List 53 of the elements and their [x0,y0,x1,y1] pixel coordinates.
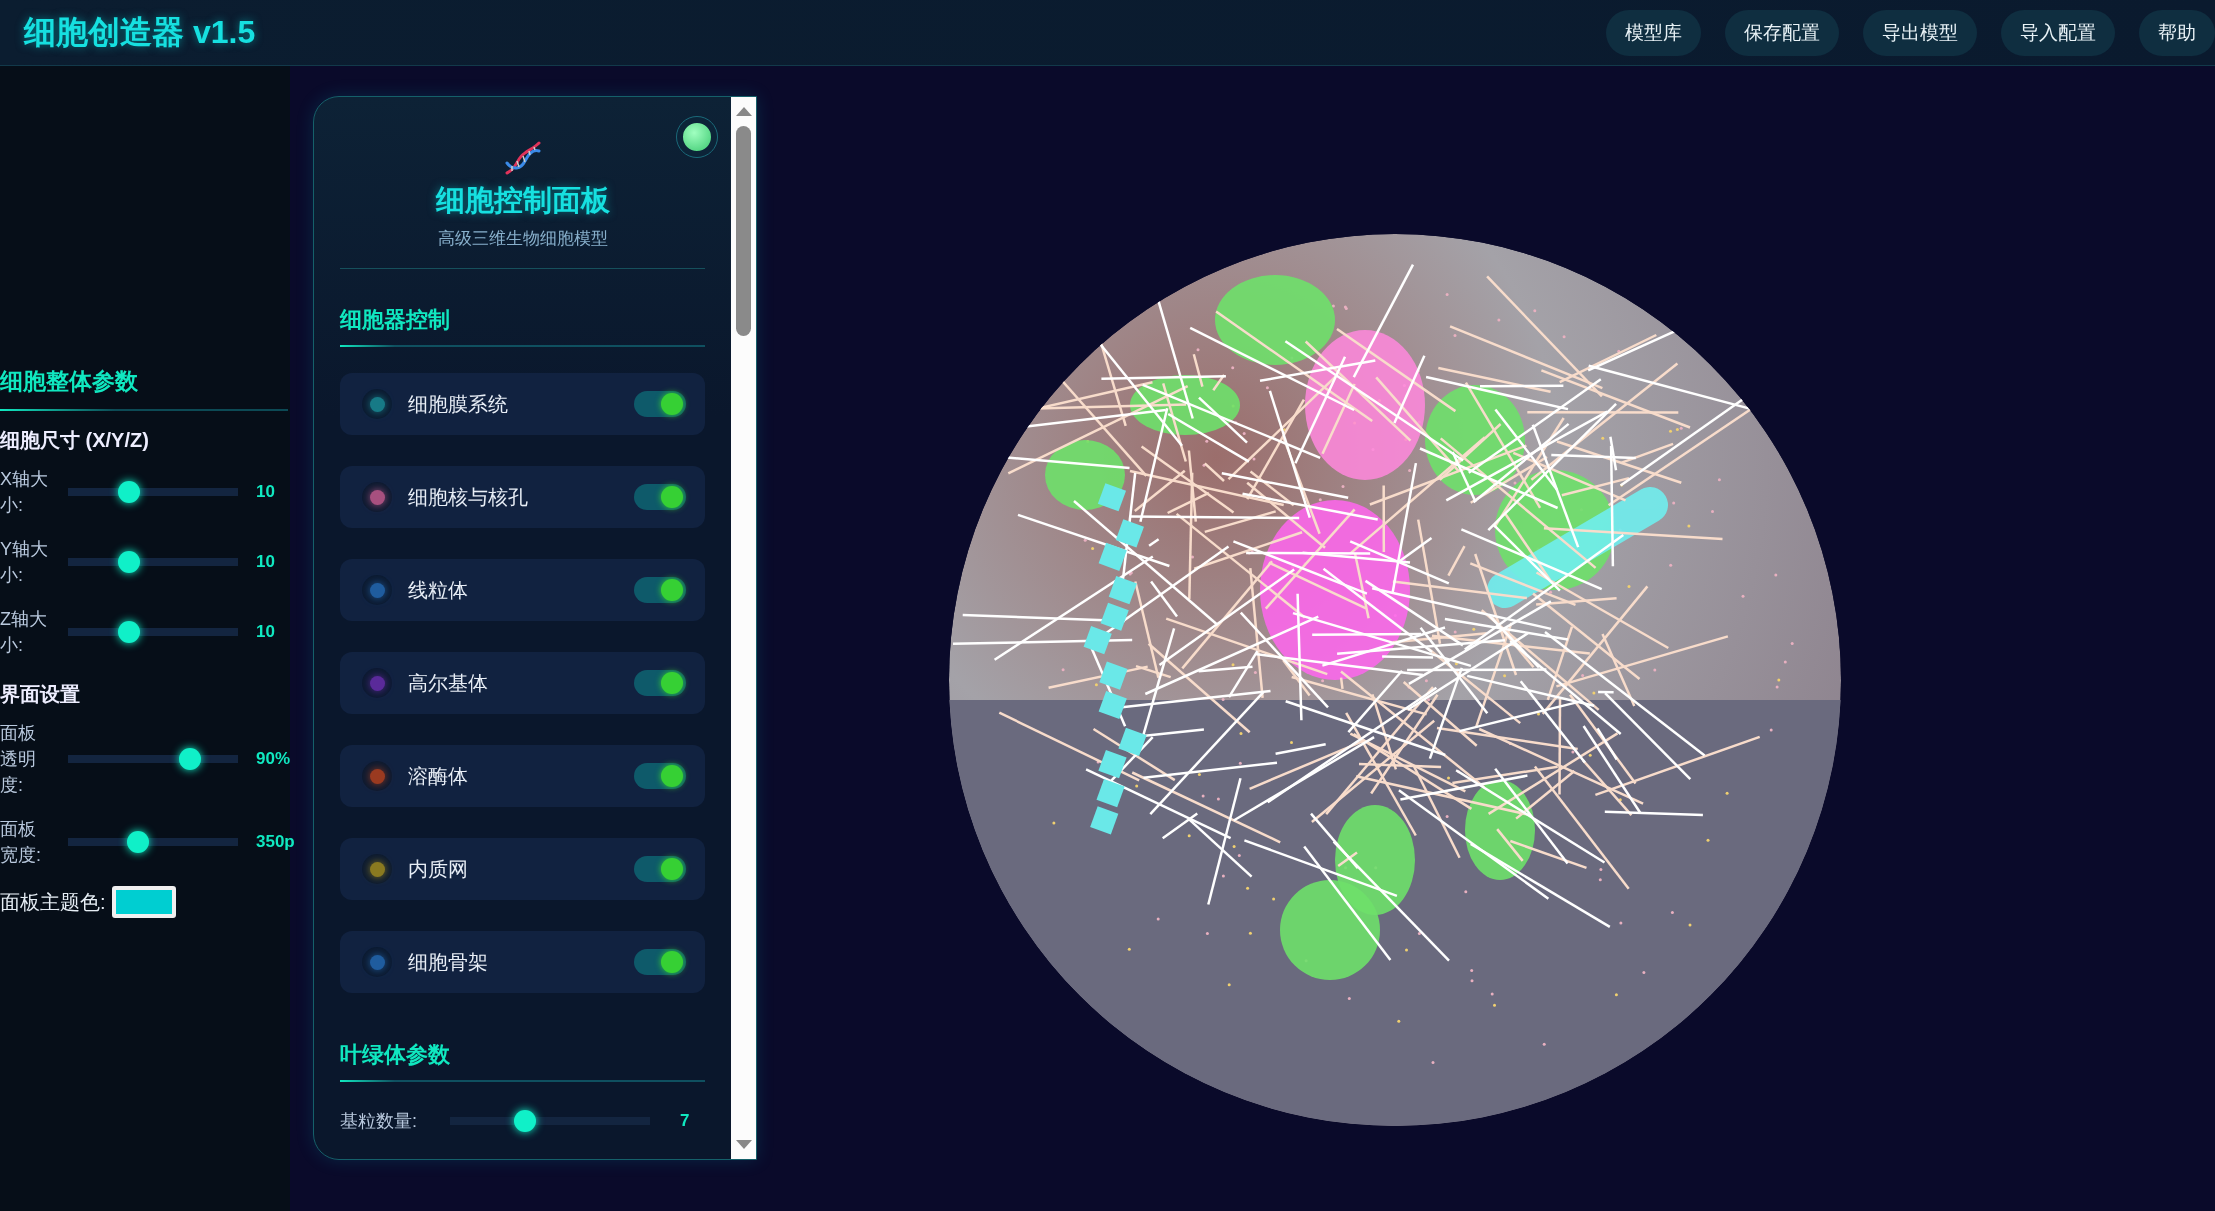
slider-label: Z轴大小: [0,608,48,658]
color-swatch[interactable] [111,886,176,919]
organelle-label: 细胞核与核孔 [408,484,529,510]
toggle-switch[interactable] [634,949,686,975]
toggle-switch[interactable] [634,484,686,510]
slider-thumb[interactable] [127,830,150,853]
slider-value: 10 [256,482,275,503]
slider-value: 90% [256,748,291,769]
slider-thumb[interactable] [118,621,141,644]
organelle-label: 细胞骨架 [408,949,489,975]
section-title: 细胞整体参数 [0,367,139,396]
toggle-switch[interactable] [634,763,686,789]
panel-subtitle: 高级三维生物细胞模型 [437,228,608,250]
scrollbar[interactable] [731,97,756,1159]
scroll-down-icon[interactable] [735,1140,752,1149]
slider-value: 7 [680,1111,690,1132]
organelle-label: 溶酶体 [408,763,469,789]
toggle-switch[interactable] [634,670,686,696]
toolbar-button[interactable]: 导出模型 [1863,9,1977,56]
section-title: 叶绿体参数 [340,1041,451,1069]
slider-label: X轴大小: [0,468,49,518]
panel-title: 细胞控制面板 [435,183,610,218]
toolbar-button[interactable]: 导入配置 [2001,9,2115,56]
status-orb-icon[interactable] [677,117,717,157]
slider-value: 10 [256,552,275,573]
toggle-switch[interactable] [634,391,686,417]
organelle-label: 细胞膜系统 [408,391,509,417]
group-title: 界面设置 [0,681,81,707]
slider-thumb[interactable] [179,747,201,770]
color-label: 面板主题色: [0,889,106,915]
app-title: 细胞创造器 v1.5 [24,12,256,52]
slider-label: Y轴大小: [0,538,49,588]
slider-label: 面板宽度: [0,817,42,867]
slider-label: 基粒数量: [340,1110,418,1133]
scrollbar-thumb[interactable] [736,126,751,336]
slider-thumb[interactable] [118,481,141,504]
slider-value: 10 [256,622,275,643]
section-title: 细胞器控制 [340,306,451,334]
toolbar-button[interactable]: 模型库 [1606,9,1701,56]
scroll-up-icon[interactable] [735,107,752,116]
slider-thumb[interactable] [514,1110,537,1133]
organelle-label: 内质网 [408,856,469,882]
organelle-label: 高尔基体 [408,670,489,696]
slider-value: 350p [256,831,295,852]
slider-label: 面板透明度: [0,721,37,797]
toolbar-button[interactable]: 帮助 [2139,9,2215,56]
toolbar-button[interactable]: 保存配置 [1725,9,1839,56]
organelle-label: 线粒体 [408,577,469,603]
cell-model-drawing[interactable] [949,234,1841,1126]
toggle-switch[interactable] [634,577,686,603]
slider-thumb[interactable] [118,551,141,574]
group-title: 细胞尺寸 (X/Y/Z) [0,428,150,453]
toggle-switch[interactable] [634,856,686,882]
